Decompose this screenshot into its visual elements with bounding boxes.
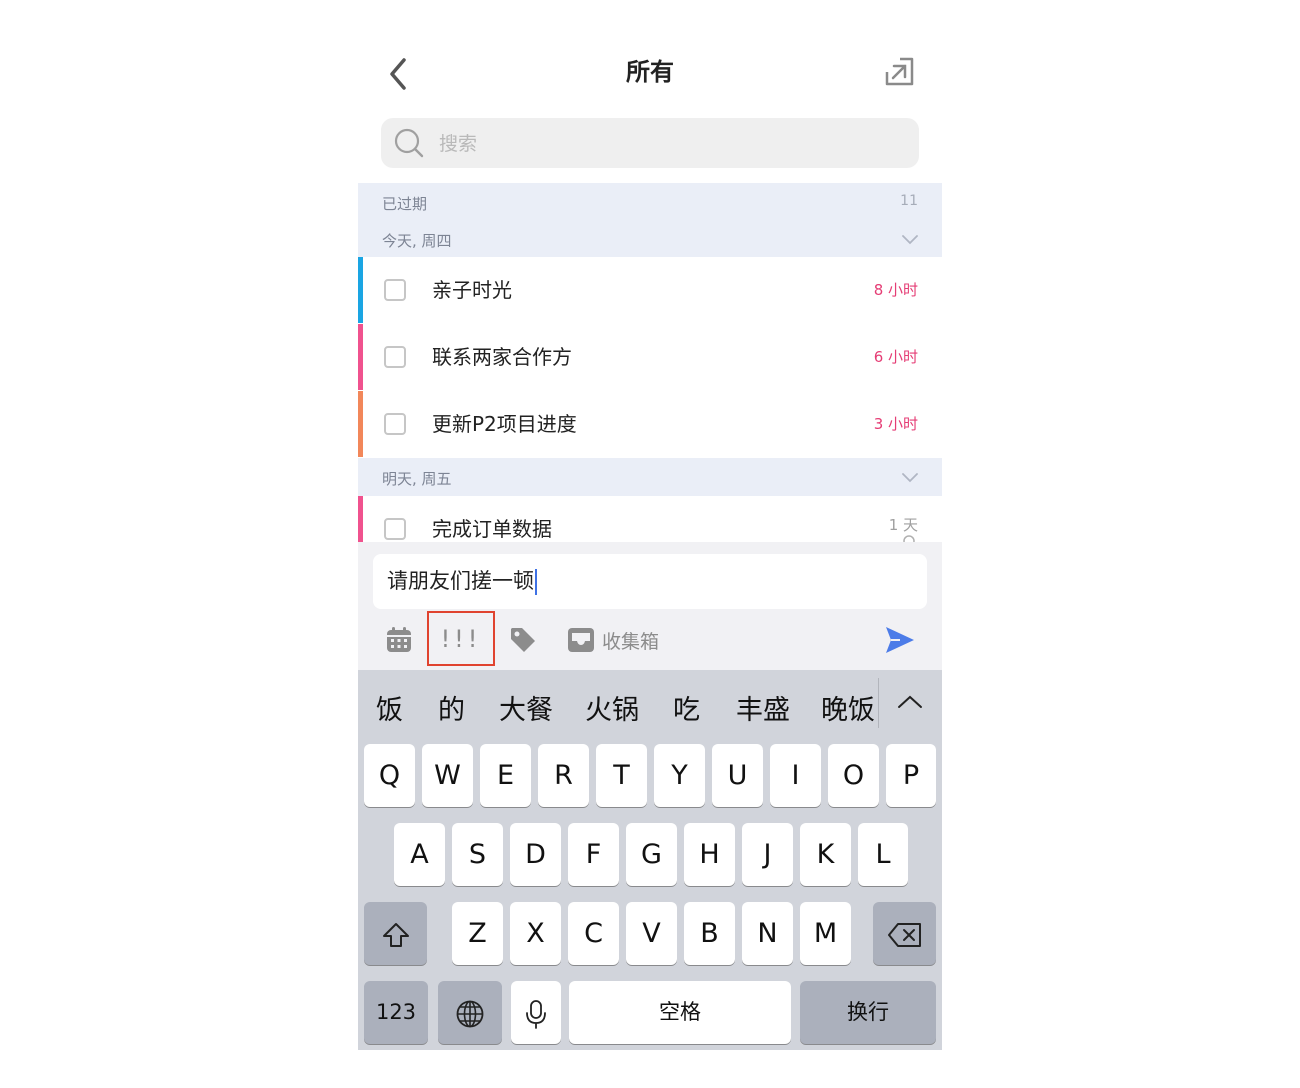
candidate-word[interactable]: 的 (438, 688, 465, 727)
candidate-word[interactable]: 火锅 (585, 688, 639, 727)
key-s[interactable]: S (452, 823, 503, 886)
search-bar (381, 118, 919, 170)
space-key[interactable]: 空格 (569, 981, 791, 1044)
key-a[interactable]: A (394, 823, 445, 886)
numbers-key[interactable]: 123 (364, 981, 428, 1044)
microphone-icon (526, 999, 546, 1029)
backspace-icon (887, 922, 921, 947)
page-title: 所有 (626, 58, 674, 86)
app-screen: 所有 已过期 11 今天, 周四 亲子时光 8 小时 联系两家合 (358, 0, 942, 1050)
key-o[interactable]: O (828, 744, 879, 807)
key-v[interactable]: V (626, 902, 677, 965)
send-icon[interactable] (884, 624, 916, 656)
key-h[interactable]: H (684, 823, 735, 886)
quick-add-panel: 请朋友们搓一顿 !!! 收集箱 (358, 542, 942, 670)
task-due-time: 8 小时 (873, 281, 918, 299)
candidate-word[interactable]: 吃 (673, 688, 700, 727)
task-color-bar (358, 496, 363, 542)
candidate-word[interactable]: 丰盛 (736, 688, 790, 727)
key-u[interactable]: U (712, 744, 763, 807)
section-overdue-label: 已过期 (382, 195, 428, 213)
key-t[interactable]: T (596, 744, 647, 807)
task-input-field[interactable]: 请朋友们搓一顿 (373, 554, 927, 609)
task-input-text: 请朋友们搓一顿 (387, 566, 537, 596)
search-icon (394, 128, 424, 158)
candidate-divider (878, 678, 879, 728)
candidate-word[interactable]: 饭 (376, 688, 403, 727)
nav-header: 所有 (358, 40, 942, 106)
chevron-down-icon[interactable] (902, 473, 918, 483)
task-color-bar (358, 257, 363, 323)
candidate-word[interactable]: 大餐 (499, 688, 553, 727)
task-title: 联系两家合作方 (432, 345, 572, 369)
priority-button[interactable]: !!! (427, 611, 495, 666)
key-w[interactable]: W (422, 744, 473, 807)
key-k[interactable]: K (800, 823, 851, 886)
key-p[interactable]: P (886, 744, 936, 807)
task-row[interactable]: 完成订单数据 1 天 (358, 496, 942, 542)
key-r[interactable]: R (538, 744, 589, 807)
key-m[interactable]: M (800, 902, 851, 965)
inbox-icon[interactable] (567, 626, 595, 654)
key-z[interactable]: Z (452, 902, 503, 965)
chevron-down-icon[interactable] (902, 235, 918, 245)
task-checkbox[interactable] (384, 279, 406, 301)
globe-icon (456, 1000, 484, 1027)
keyboard: 饭 的 大餐 火锅 吃 丰盛 晚饭 Q W E R T Y U I O P A … (358, 670, 942, 1050)
key-i[interactable]: I (770, 744, 821, 807)
candidate-bar: 饭 的 大餐 火锅 吃 丰盛 晚饭 (358, 670, 942, 740)
key-c[interactable]: C (568, 902, 619, 965)
task-due-time: 3 小时 (873, 415, 918, 433)
open-in-icon (885, 57, 914, 86)
expand-button[interactable] (882, 54, 918, 90)
text-caret (535, 569, 537, 595)
task-title: 完成订单数据 (432, 517, 552, 541)
key-f[interactable]: F (568, 823, 619, 886)
backspace-key[interactable] (873, 902, 936, 965)
key-l[interactable]: L (858, 823, 908, 886)
key-e[interactable]: E (480, 744, 531, 807)
key-d[interactable]: D (510, 823, 561, 886)
task-title: 更新P2项目进度 (432, 412, 577, 436)
task-due-time: 6 小时 (873, 348, 918, 366)
chevron-up-icon[interactable] (896, 692, 924, 712)
task-color-bar (358, 324, 363, 390)
search-input[interactable] (437, 118, 901, 170)
tag-icon[interactable] (508, 625, 538, 655)
dictation-key[interactable] (511, 981, 561, 1044)
task-checkbox[interactable] (384, 346, 406, 368)
task-row[interactable]: 亲子时光 8 小时 (358, 257, 942, 323)
key-x[interactable]: X (510, 902, 561, 965)
return-key[interactable]: 换行 (800, 981, 936, 1044)
globe-key[interactable] (438, 981, 502, 1044)
section-tomorrow[interactable]: 明天, 周五 (358, 458, 942, 496)
key-q[interactable]: Q (364, 744, 415, 807)
section-overdue[interactable]: 已过期 11 今天, 周四 (358, 183, 942, 257)
calendar-icon[interactable] (385, 626, 413, 654)
alarm-icon (903, 535, 915, 542)
task-title: 亲子时光 (432, 278, 512, 302)
shift-key[interactable] (364, 902, 427, 965)
key-n[interactable]: N (742, 902, 793, 965)
task-row[interactable]: 联系两家合作方 6 小时 (358, 324, 942, 390)
key-b[interactable]: B (684, 902, 735, 965)
key-y[interactable]: Y (654, 744, 705, 807)
shift-icon (382, 922, 409, 947)
candidate-word[interactable]: 晚饭 (821, 688, 875, 727)
task-color-bar (358, 391, 363, 457)
key-j[interactable]: J (742, 823, 793, 886)
task-checkbox[interactable] (384, 413, 406, 435)
list-selector-label[interactable]: 收集箱 (602, 627, 659, 654)
section-today-label: 今天, 周四 (382, 232, 452, 250)
task-row[interactable]: 更新P2项目进度 3 小时 (358, 391, 942, 457)
task-input-value: 请朋友们搓一顿 (387, 569, 534, 593)
task-due-time: 1 天 (888, 516, 918, 534)
section-overdue-count: 11 (900, 193, 918, 209)
task-checkbox[interactable] (384, 518, 406, 540)
section-tomorrow-label: 明天, 周五 (382, 470, 452, 488)
key-g[interactable]: G (626, 823, 677, 886)
